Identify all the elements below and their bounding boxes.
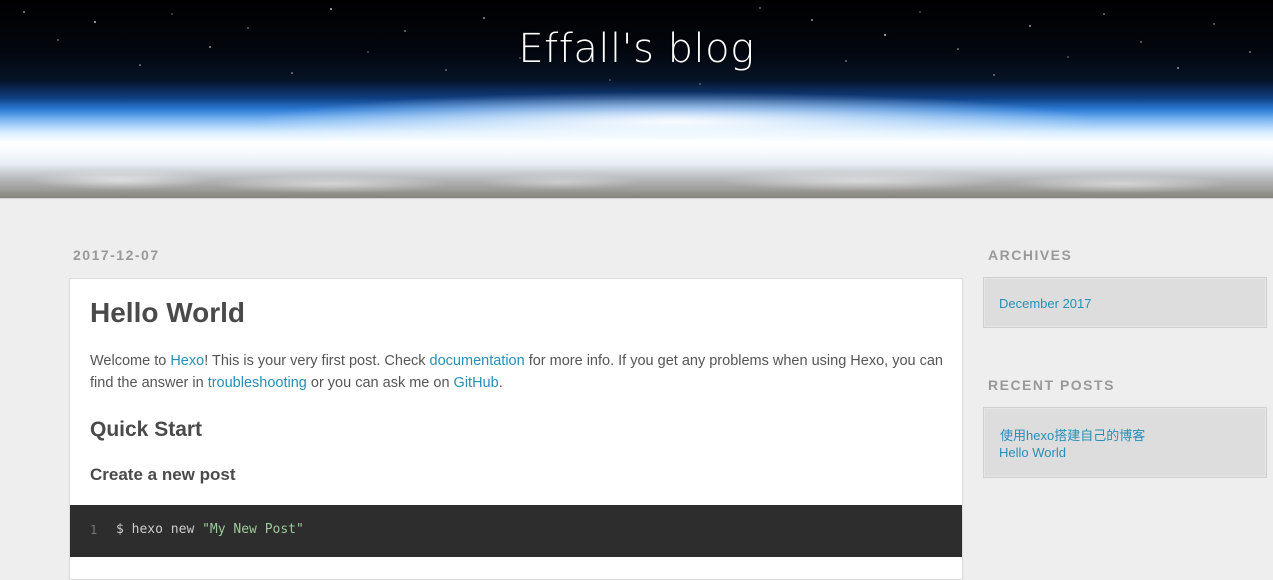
code-line: $ hexo new "My New Post" [116, 522, 304, 537]
github-link[interactable]: GitHub [454, 375, 499, 391]
post-date[interactable]: 2017-12-07 [73, 247, 160, 263]
recent-posts-widget: 使用hexo搭建自己的博客 Hello World [983, 407, 1267, 478]
recent-post-link-hexo-blog[interactable]: 使用hexo搭建自己的博客 [1000, 425, 1145, 444]
code-command: $ hexo new [116, 522, 203, 537]
code-string: "My New Post" [202, 522, 304, 537]
intro-text-4: or you can ask me on [306, 375, 454, 391]
intro-text-2: ! This is your very first post. Check [204, 353, 430, 369]
troubleshooting-link[interactable]: troubleshooting [208, 375, 307, 391]
archives-widget: December 2017 [983, 277, 1267, 328]
recent-posts-widget-title: RECENT POSTS [988, 377, 1115, 393]
quick-start-heading: Quick Start [90, 418, 203, 441]
archives-widget-title: ARCHIVES [988, 247, 1073, 263]
post-intro-paragraph: Welcome to Hexo! This is your very first… [90, 350, 950, 394]
cloud-layer [0, 166, 1273, 198]
archive-link-december-2017[interactable]: December 2017 [999, 296, 1092, 311]
intro-text-5: . [498, 375, 503, 391]
site-banner: Effall's blog [0, 0, 1273, 199]
intro-text-1: Welcome to [90, 353, 171, 369]
documentation-link[interactable]: documentation [430, 353, 525, 369]
create-post-heading: Create a new post [90, 465, 236, 484]
post-title[interactable]: Hello World [90, 297, 245, 329]
code-line-number: 1 [90, 523, 98, 537]
recent-post-link-hello-world[interactable]: Hello World [999, 445, 1066, 460]
hexo-link[interactable]: Hexo [170, 353, 204, 369]
post-card: Hello World Welcome to Hexo! This is you… [69, 278, 963, 580]
code-block[interactable]: 1 $ hexo new "My New Post" [70, 505, 962, 557]
site-title[interactable]: Effall's blog [0, 26, 1273, 72]
